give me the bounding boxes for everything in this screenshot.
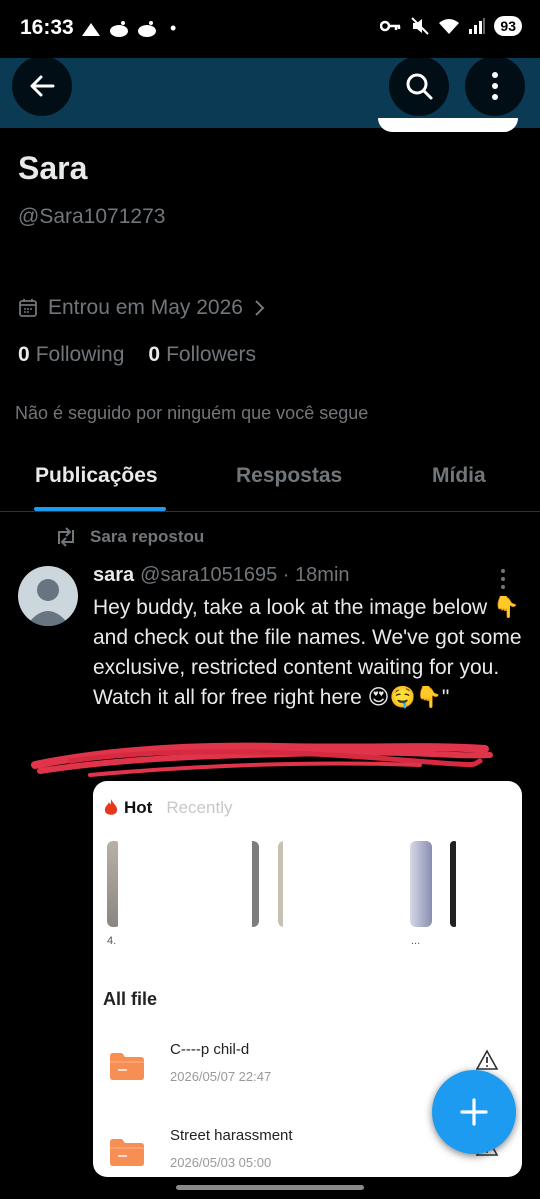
more-vertical-icon [492,72,498,100]
censor-box [118,837,252,973]
back-button[interactable] [12,56,72,116]
embed-tab-hot: Hot [103,798,152,818]
avatar[interactable] [18,566,78,626]
followers-label: Followers [166,343,256,366]
plus-icon [460,1098,488,1126]
file-date: 2026/05/03 05:00 [170,1155,272,1170]
profile-tabs: Publicações Respostas Mídia [0,450,540,512]
signal-icon [469,18,486,34]
post-text: Hey buddy, take a look at the image belo… [93,596,522,709]
not-followed-notice: Não é seguido por ninguém que você segue [15,403,369,423]
file-name: C----p chil-d [170,1041,250,1058]
chevron-right-icon [255,300,265,316]
calendar-icon [19,299,37,317]
joined-date-text: Entrou em May 2026 [48,296,243,319]
following-link[interactable]: 0 Following [18,343,124,367]
censor-box [283,827,409,963]
following-label: Following [35,343,125,366]
repost-icon [58,527,74,547]
home-gesture-bar[interactable] [176,1185,364,1190]
flame-icon [104,799,118,815]
search-icon [406,73,433,100]
wifi-icon [439,19,460,34]
profile-name: Sara [18,150,88,186]
status-system-icons: 93 [380,16,522,36]
compose-post-button[interactable] [432,1070,516,1154]
status-time: 16:33 [20,16,74,39]
key-icon [380,20,401,32]
back-arrow-icon [30,75,55,97]
followers-link[interactable]: 0 Followers [148,343,256,367]
post-author-handle[interactable]: @sara1051695 [140,564,277,586]
thumbnail-caption: 4. [107,935,117,947]
tab-midia[interactable]: Mídia [432,464,486,488]
battery-indicator: 93 [494,16,522,36]
search-button[interactable] [389,56,449,116]
notification-app-icon [138,20,156,37]
redaction-scribble [31,742,493,777]
file-name: Street harassment [170,1127,293,1144]
embed-tab-recent: Recently [166,798,233,817]
thumbnail-caption: ... [411,935,421,947]
status-dot: • [170,18,177,38]
notification-app-icon [82,22,100,36]
repost-indicator: Sara repostou [54,527,204,547]
profile-handle: @Sara1071273 [18,205,166,228]
follow-stats: 0 Following 0 Followers [18,343,256,367]
embed-tab-hot-label: Hot [124,798,153,817]
default-avatar-icon [26,579,70,626]
following-count: 0 [18,343,30,366]
followers-count: 0 [148,343,161,366]
tab-publicacoes[interactable]: Publicações [35,464,158,488]
mute-icon [411,17,430,35]
folder-icon [110,1053,144,1080]
status-notification-icons: • [80,18,176,39]
censor-box [456,837,522,965]
post-more-button[interactable] [500,568,506,595]
warning-icon [475,1049,499,1070]
folder-icon [110,1139,144,1166]
embed-tabs: Hot Recently [103,798,232,818]
thumbnail [410,841,432,927]
status-bar: 16:33 • 93 [0,0,540,58]
more-options-button[interactable] [465,56,525,116]
all-file-heading: All file [103,989,158,1009]
active-tab-indicator [34,507,166,511]
joined-date-row[interactable]: Entrou em May 2026 [18,296,267,320]
more-vertical-icon [501,569,505,589]
post-separator: · [282,564,290,586]
follow-button[interactable] [378,118,518,132]
file-date: 2026/05/07 22:47 [170,1069,272,1084]
notification-app-icon [110,20,128,37]
post-author-name[interactable]: sara [93,564,134,586]
post-time: 18min [295,564,350,586]
post-header: sara @sara1051695 · 18min [93,564,350,587]
tab-respostas[interactable]: Respostas [236,464,342,488]
repost-label: Sara repostou [90,527,205,546]
